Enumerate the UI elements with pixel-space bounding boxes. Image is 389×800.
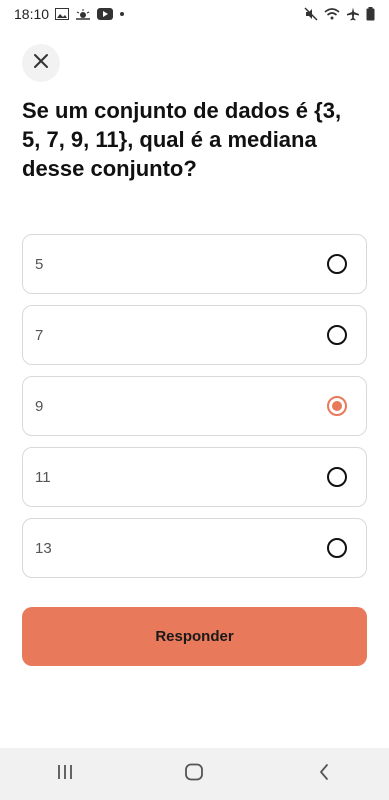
back-icon (318, 763, 330, 786)
options-list: 5 7 9 11 13 (22, 234, 367, 589)
navigation-bar (0, 748, 389, 800)
back-button[interactable] (294, 754, 354, 794)
status-bar: 18:10 (0, 0, 389, 28)
radio-button-selected[interactable] (327, 396, 347, 416)
status-left: 18:10 (14, 6, 125, 22)
close-icon (33, 53, 49, 74)
radio-button[interactable] (327, 467, 347, 487)
option-label: 13 (35, 539, 52, 557)
option-13[interactable]: 13 (22, 518, 367, 578)
option-label: 11 (35, 468, 51, 486)
wifi-icon (324, 7, 340, 21)
radio-button[interactable] (327, 325, 347, 345)
image-icon (55, 8, 70, 20)
option-label: 5 (35, 255, 44, 273)
battery-icon (366, 7, 375, 21)
home-button[interactable] (164, 754, 224, 794)
youtube-icon (97, 8, 114, 20)
question-text: Se um conjunto de dados é {3, 5, 7, 9, 1… (22, 98, 342, 181)
option-11[interactable]: 11 (22, 447, 367, 507)
dot-icon (119, 11, 125, 17)
airplane-icon (346, 7, 360, 21)
status-right (304, 7, 375, 21)
radio-button[interactable] (327, 254, 347, 274)
submit-button[interactable]: Responder (22, 607, 367, 666)
weather-icon (75, 8, 91, 20)
option-5[interactable]: 5 (22, 234, 367, 294)
home-icon (184, 763, 204, 786)
recent-apps-icon (56, 764, 74, 785)
mute-icon (304, 7, 318, 21)
status-time: 18:10 (14, 6, 50, 22)
radio-button[interactable] (327, 538, 347, 558)
option-7[interactable]: 7 (22, 305, 367, 365)
close-button[interactable] (22, 44, 60, 82)
radio-dot (332, 401, 342, 411)
option-label: 7 (35, 326, 44, 344)
option-9[interactable]: 9 (22, 376, 367, 436)
option-label: 9 (35, 397, 44, 415)
recent-apps-button[interactable] (35, 754, 95, 794)
